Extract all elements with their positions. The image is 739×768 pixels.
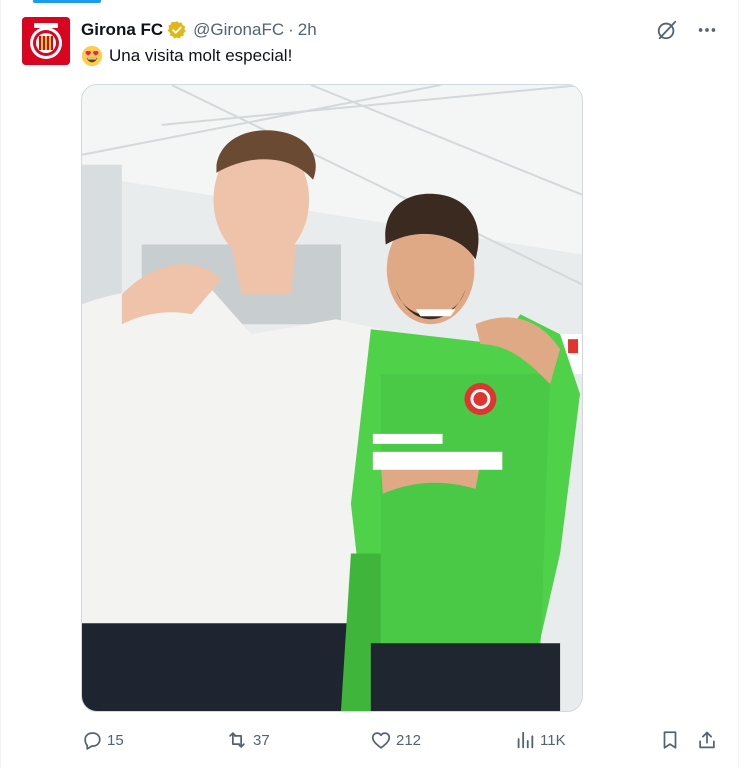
girona-crest-icon <box>22 17 70 65</box>
tweet-header: Girona FC @GironaFC · 2h <box>81 18 719 42</box>
like-button[interactable]: 212 <box>370 726 421 754</box>
views-count: 11K <box>540 731 566 749</box>
photo-illustration <box>82 85 582 711</box>
heart-icon <box>370 729 392 751</box>
heart-eyes-emoji-icon <box>81 45 103 67</box>
bookmark-button[interactable] <box>659 726 681 754</box>
reply-count: 15 <box>107 731 124 749</box>
tweet-photo[interactable] <box>81 84 583 712</box>
repost-button[interactable]: 37 <box>225 726 270 754</box>
author-display-name[interactable]: Girona FC <box>81 18 163 42</box>
more-icon[interactable] <box>695 18 719 42</box>
share-button[interactable] <box>696 726 718 754</box>
repost-count: 37 <box>253 731 270 749</box>
share-icon <box>696 729 718 751</box>
post-time[interactable]: 2h <box>298 18 317 42</box>
verified-badge-icon[interactable] <box>167 20 187 40</box>
repost-icon <box>225 729 249 751</box>
avatar[interactable] <box>22 17 70 65</box>
like-count: 212 <box>396 731 422 749</box>
header-actions <box>655 18 719 42</box>
views-button[interactable]: 11K <box>514 726 566 754</box>
reply-button[interactable]: 15 <box>81 726 124 754</box>
tweet-actions: 15 37 212 11K <box>81 726 721 754</box>
reply-icon <box>81 729 103 751</box>
tweet-text-content: Una visita molt especial! <box>109 46 293 65</box>
tweet-text: Una visita molt especial! <box>81 44 292 68</box>
separator-dot: · <box>288 20 294 39</box>
grok-icon[interactable] <box>655 18 679 42</box>
bookmark-icon <box>659 729 681 751</box>
author-handle[interactable]: @GironaFC <box>193 18 284 42</box>
tweet[interactable]: Girona FC @GironaFC · 2h Una visita molt… <box>0 0 739 768</box>
views-icon <box>514 729 536 751</box>
